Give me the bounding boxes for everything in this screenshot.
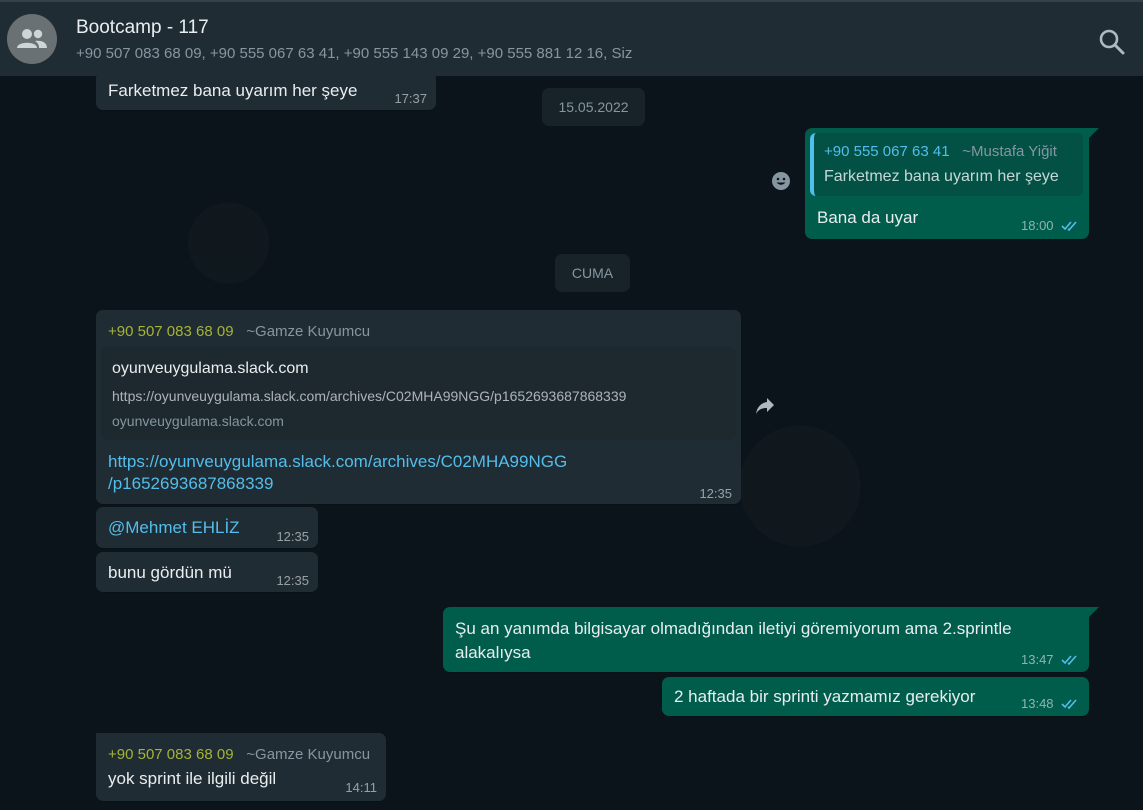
message-outgoing[interactable]: +90 555 067 63 41 ~Mustafa Yiğit Farketm…	[805, 128, 1089, 239]
sender-phone[interactable]: +90 507 083 68 09	[108, 746, 234, 763]
group-icon	[17, 29, 47, 48]
message-incoming[interactable]: +90 507 083 68 09 ~Gamze Kuyumcu oyunveu…	[96, 310, 741, 504]
link-preview-domain: oyunveuygulama.slack.com	[112, 413, 284, 429]
sender-name: ~Gamze Kuyumcu	[246, 746, 371, 763]
date-text: CUMA	[571, 265, 614, 281]
link-preview-title: oyunveuygulama.slack.com	[112, 360, 309, 377]
double-check-icon	[1061, 221, 1077, 231]
message-time: 17:37	[394, 91, 427, 106]
message-incoming[interactable]: Farketmez bana uyarım her şeye 17:37	[96, 72, 436, 110]
bubble-tail	[1089, 607, 1099, 617]
date-separator: CUMA	[555, 254, 630, 292]
chat-header[interactable]: Bootcamp - 117 +90 507 083 68 09, +90 55…	[0, 0, 1143, 76]
date-separator: 15.05.2022	[542, 88, 645, 126]
search-icon	[1099, 29, 1125, 55]
quote-sender-name: ~Mustafa Yiğit	[962, 143, 1057, 160]
message-time: 12:35	[699, 486, 732, 501]
message-incoming[interactable]: +90 507 083 68 09 ~Gamze Kuyumcu yok spr…	[96, 733, 386, 801]
message-text: Farketmez bana uyarım her şeye	[108, 81, 358, 100]
message-text: yok sprint ile ilgili değil	[108, 769, 277, 788]
message-incoming[interactable]: bunu gördün mü 12:35	[96, 552, 318, 592]
message-text: bunu gördün mü	[108, 563, 232, 582]
group-avatar[interactable]	[7, 14, 57, 64]
forward-button[interactable]	[749, 390, 781, 422]
message-text: Şu an yanımda bilgisayar olmadığından il…	[455, 617, 1012, 665]
quote-sender-phone: +90 555 067 63 41	[824, 143, 950, 160]
message-text-line-1: Şu an yanımda bilgisayar olmadığından il…	[455, 619, 1012, 638]
double-check-icon	[1061, 655, 1077, 665]
date-text: 15.05.2022	[558, 99, 629, 115]
search-button[interactable]	[1098, 28, 1126, 56]
emoji-reaction-button[interactable]	[765, 165, 797, 197]
message-time: 13:48	[1021, 696, 1054, 711]
message-time: 13:47	[1021, 652, 1054, 667]
double-check-icon	[1061, 699, 1077, 709]
sender-name: ~Gamze Kuyumcu	[246, 323, 371, 340]
emoji-icon	[772, 172, 790, 190]
link-line-1[interactable]: https://oyunveuygulama.slack.com/archive…	[108, 451, 567, 473]
message-text: 2 haftada bir sprinti yazmamız gerekiyor	[674, 687, 976, 706]
link-preview-url: https://oyunveuygulama.slack.com/archive…	[112, 388, 627, 404]
message-time: 14:11	[345, 780, 377, 795]
sender-phone[interactable]: +90 507 083 68 09	[108, 323, 234, 340]
message-text-line-2: alakalıysa	[455, 643, 531, 662]
message-text: Bana da uyar	[817, 208, 919, 227]
message-time: 12:35	[276, 529, 309, 544]
message-time: 18:00	[1021, 218, 1054, 233]
forward-icon	[756, 398, 774, 414]
bubble-tail	[1089, 128, 1099, 138]
link-line-2[interactable]: /p1652693687868339	[108, 473, 567, 495]
quoted-message[interactable]: +90 555 067 63 41 ~Mustafa Yiğit Farketm…	[810, 133, 1083, 196]
chat-participants: +90 507 083 68 09, +90 555 067 63 41, +9…	[76, 45, 633, 62]
mention[interactable]: @Mehmet EHLİZ	[108, 518, 240, 538]
message-outgoing[interactable]: Şu an yanımda bilgisayar olmadığından il…	[443, 607, 1089, 672]
message-time: 12:35	[276, 573, 309, 588]
message-link[interactable]: https://oyunveuygulama.slack.com/archive…	[108, 451, 567, 495]
message-incoming[interactable]: @Mehmet EHLİZ 12:35	[96, 507, 318, 548]
message-outgoing[interactable]: 2 haftada bir sprinti yazmamız gerekiyor…	[662, 677, 1089, 716]
link-preview[interactable]: oyunveuygulama.slack.com https://oyunveu…	[101, 347, 736, 440]
quote-text: Farketmez bana uyarım her şeye	[824, 168, 1059, 185]
chat-title: Bootcamp - 117	[76, 17, 209, 38]
